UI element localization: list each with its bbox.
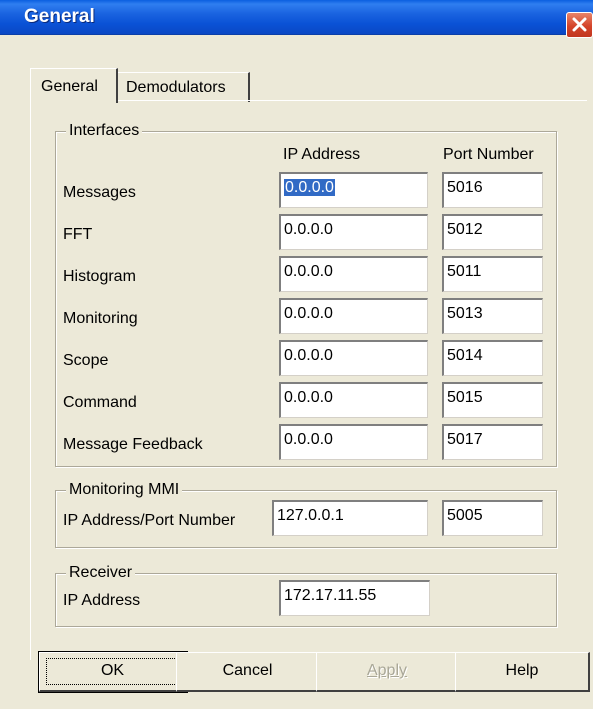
message-feedback-port-field[interactable]: 5017 [442,424,543,460]
monitoring-mmi-port-field[interactable]: 5005 [442,500,543,536]
monitoring-mmi-group-label: Monitoring MMI [66,480,183,500]
monitoring-ip-field[interactable]: 0.0.0.0 [279,298,428,334]
interface-label-fft: FFT [63,226,93,243]
fft-port-field[interactable]: 5012 [442,214,543,250]
messages-ip-field[interactable]: 0.0.0.0 [279,172,428,208]
interface-label-monitoring: Monitoring [63,310,138,327]
interface-label-messages: Messages [63,184,136,201]
receiver-group-label: Receiver [66,563,136,583]
scope-port-field[interactable]: 5014 [442,340,543,376]
interface-label-command: Command [63,394,137,411]
form-layer: IP Address Port Number Messages 0.0.0.0 … [0,0,593,709]
monitoring-mmi-ip-field[interactable]: 127.0.0.1 [272,500,428,536]
ip-address-column-header: IP Address [283,146,361,163]
message-feedback-ip-field[interactable]: 0.0.0.0 [279,424,428,460]
receiver-ip-field[interactable]: 172.17.11.55 [279,580,430,616]
interface-label-message-feedback: Message Feedback [63,436,203,453]
interface-label-scope: Scope [63,352,109,369]
interface-label-histogram: Histogram [63,268,136,285]
monitoring-port-field[interactable]: 5013 [442,298,543,334]
port-number-column-header: Port Number [443,146,534,163]
histogram-port-field[interactable]: 5011 [442,256,543,292]
histogram-ip-field[interactable]: 0.0.0.0 [279,256,428,292]
fft-ip-field[interactable]: 0.0.0.0 [279,214,428,250]
command-ip-field[interactable]: 0.0.0.0 [279,382,428,418]
receiver-ip-label: IP Address [63,592,141,609]
monitoring-mmi-label: IP Address/Port Number [63,512,236,529]
messages-port-field[interactable]: 5016 [442,172,543,208]
command-port-field[interactable]: 5015 [442,382,543,418]
scope-ip-field[interactable]: 0.0.0.0 [279,340,428,376]
